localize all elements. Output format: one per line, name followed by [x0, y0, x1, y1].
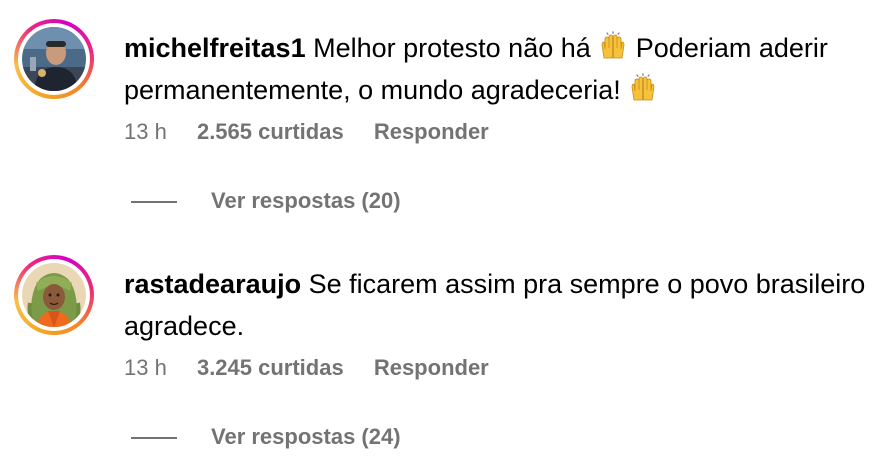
replies-divider-line	[131, 201, 177, 204]
comment-body: michelfreitas1 Melhor protesto não há Po…	[124, 27, 874, 111]
view-replies-label: Ver respostas (20)	[211, 188, 401, 213]
comment-username[interactable]: rastadearaujo	[124, 269, 301, 299]
avatar-illustration	[22, 263, 86, 327]
comment-username[interactable]: michelfreitas1	[124, 33, 306, 63]
view-replies-button[interactable]: Ver respostas (20)	[131, 186, 401, 216]
story-ring[interactable]	[14, 255, 94, 335]
comment-meta: 13 h 2.565 curtidas Responder	[124, 117, 489, 147]
avatar[interactable]	[22, 27, 86, 91]
view-replies-label: Ver respostas (24)	[211, 424, 401, 449]
replies-divider-line	[131, 437, 177, 440]
raising-hands-icon	[631, 73, 655, 101]
story-ring[interactable]	[14, 19, 94, 99]
comment-timestamp: 13 h	[124, 355, 167, 380]
reply-button[interactable]: Responder	[374, 117, 489, 147]
comment-timestamp: 13 h	[124, 119, 167, 144]
comment-body: rastadearaujo Se ficarem assim pra sempr…	[124, 263, 874, 347]
view-replies-button[interactable]: Ver respostas (24)	[131, 422, 401, 452]
avatar-photo	[22, 27, 86, 91]
raising-hands-icon	[601, 31, 625, 59]
comment-text: Melhor protesto não há	[305, 33, 599, 63]
likes-count[interactable]: 3.245 curtidas	[197, 353, 344, 383]
comment-meta: 13 h 3.245 curtidas Responder	[124, 353, 489, 383]
likes-count[interactable]: 2.565 curtidas	[197, 117, 344, 147]
reply-button[interactable]: Responder	[374, 353, 489, 383]
avatar[interactable]	[22, 263, 86, 327]
